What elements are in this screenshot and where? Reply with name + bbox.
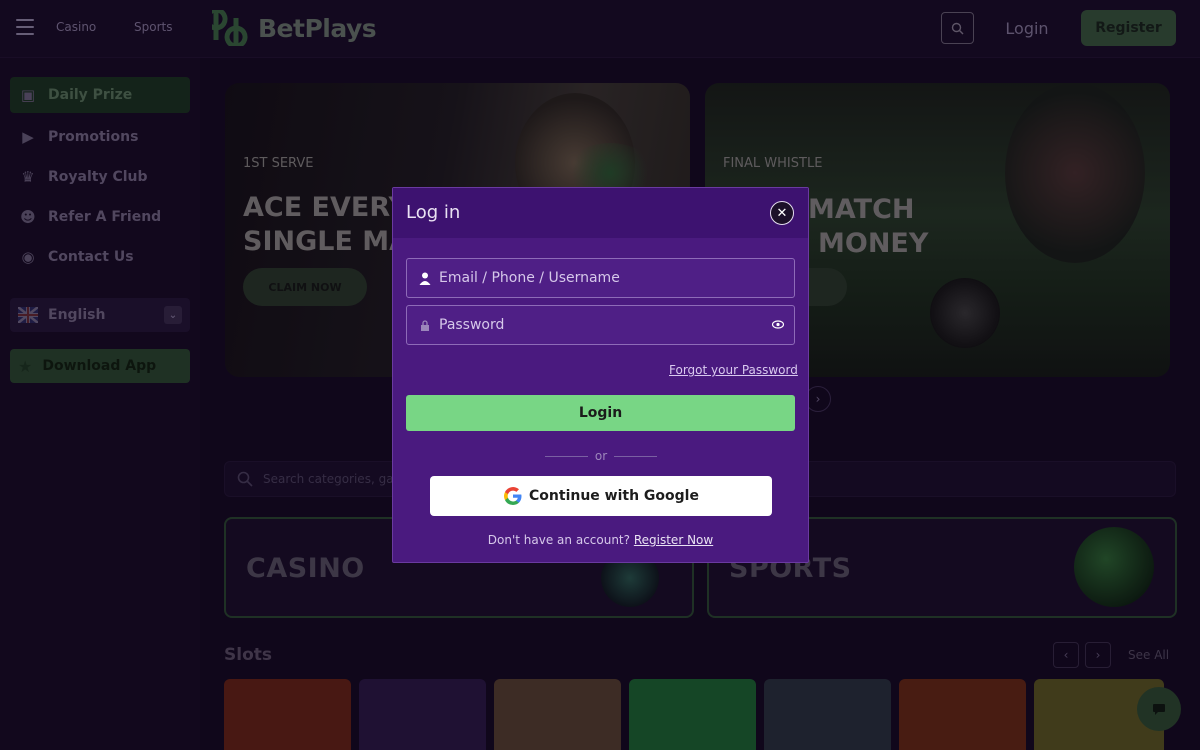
login-modal: Log in ✕ Forgot your Password Login or <box>392 187 809 563</box>
modal-title: Log in <box>406 202 461 223</box>
google-signin-label: Continue with Google <box>529 488 699 504</box>
show-password-icon[interactable] <box>771 318 785 332</box>
identity-input[interactable] <box>439 270 759 286</box>
identity-field[interactable] <box>406 258 795 298</box>
password-input[interactable] <box>439 317 759 333</box>
forgot-password-link[interactable]: Forgot your Password <box>669 363 798 377</box>
modal-header: Log in ✕ <box>393 188 808 238</box>
lock-icon <box>418 318 432 332</box>
google-signin-button[interactable]: Continue with Google <box>430 476 772 516</box>
or-label: or <box>594 449 608 463</box>
signup-prompt: Don't have an account? Register Now <box>393 533 808 547</box>
or-divider: or <box>545 449 657 463</box>
close-icon: ✕ <box>776 205 788 221</box>
register-now-link[interactable]: Register Now <box>634 533 713 547</box>
signup-prompt-text: Don't have an account? <box>487 533 631 547</box>
user-icon <box>418 271 432 285</box>
password-field[interactable] <box>406 305 795 345</box>
login-submit-button[interactable]: Login <box>406 395 795 431</box>
google-icon <box>504 487 522 505</box>
close-modal-button[interactable]: ✕ <box>770 201 794 225</box>
